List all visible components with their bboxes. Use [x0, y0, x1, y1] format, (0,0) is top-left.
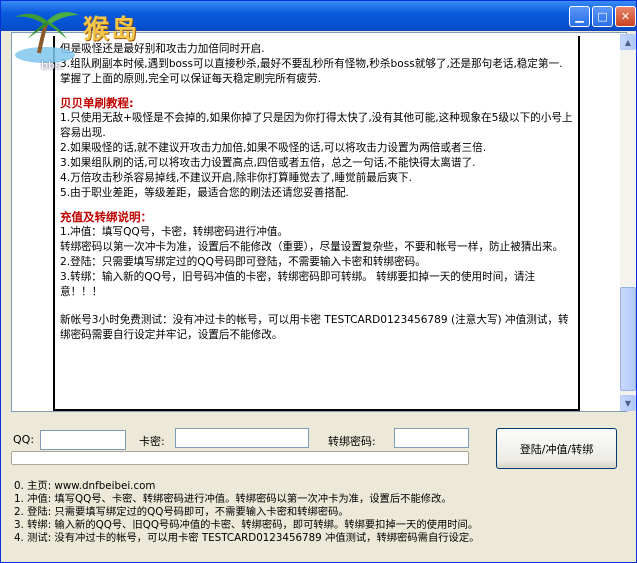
- minimize-icon: ▁: [575, 10, 584, 23]
- beibei-item: 1.只使用无敌+吸怪是不会掉的,如果你掉了只是因为你打得太快了,没有其他可能,这…: [60, 112, 573, 139]
- beibei-item: 3.如果组队刷的话,可以将攻击力设置高点,四倍或者五倍，总之一句话,不能快得太离…: [60, 157, 476, 169]
- footer-line: 1. 冲值: 填写QQ号、卡密、转绑密码进行冲值。转绑密码以第一次冲卡为准，设置…: [14, 493, 452, 505]
- beibei-section-title: 贝贝单刷教程:: [60, 96, 134, 110]
- recharge-item: 转绑密码以第一次冲卡为准，设置后不能修改（重要），尽量设置复杂些，不要和帐号一样…: [60, 241, 564, 253]
- trial-note: 新帐号3小时免费测试：没有冲过卡的帐号，可以用卡密 TESTCARD012345…: [60, 314, 569, 341]
- recharge-section-title: 充值及转绑说明：: [60, 210, 152, 224]
- card-input[interactable]: [175, 428, 309, 448]
- close-button[interactable]: ✕: [615, 6, 636, 27]
- scroll-up-icon: ▲: [624, 37, 632, 47]
- vertical-scrollbar[interactable]: ▲ ▼: [620, 34, 636, 411]
- maximize-button[interactable]: □: [592, 6, 613, 27]
- maximize-icon: □: [597, 10, 608, 23]
- progress-bar: [11, 451, 469, 465]
- footer-line: 3. 转绑: 输入新的QQ号、旧QQ号码冲值的卡密、转绑密码，即可转绑。转绑要扣…: [14, 519, 479, 531]
- bind-password-label: 转绑密码:: [328, 435, 376, 448]
- footer-line: 2. 登陆: 只需要填写绑定过的QQ号码即可，不需要输入卡密和转绑密码。: [14, 506, 349, 518]
- minimize-button[interactable]: ▁: [569, 6, 590, 27]
- recharge-item: 1.冲值：填写QQ号，卡密，转绑密码进行冲值。: [60, 226, 289, 238]
- beibei-item: 5.由于职业差距，等级差距，最适合您的刷法还请您妥善搭配.: [60, 187, 349, 199]
- recharge-item: 3.转绑：输入新的QQ号，旧号码冲值的卡密，转绑密码即可转绑。 转绑要扣掉一天的…: [60, 271, 536, 298]
- scroll-down-icon: ▼: [624, 398, 632, 408]
- footer-info: 0. 主页: www.dnfbeibei.com 1. 冲值: 填写QQ号、卡密…: [14, 480, 479, 545]
- footer-line: 0. 主页: www.dnfbeibei.com: [14, 480, 156, 492]
- login-recharge-bind-button[interactable]: 登陆/冲值/转绑: [496, 428, 617, 469]
- footer-line: 4. 测试: 没有冲过卡的帐号，可以用卡密 TESTCARD0123456789…: [14, 532, 480, 544]
- tutorial-text-box[interactable]: 但是吸怪还是最好别和攻击力加倍同时开启. 3.组队刷副本时候,遇到boss可以直…: [11, 32, 636, 412]
- bind-password-input[interactable]: [394, 428, 469, 448]
- app-window: ▁ □ ✕ 但是吸怪还是最好别和攻击力加倍同时开启. 3.组队刷副本时候,遇到b…: [0, 0, 637, 563]
- beibei-item: 2.如果吸怪的话,就不建议开攻击力加倍,如果不吸怪的话,可以将攻击力设置为两倍或…: [60, 142, 487, 154]
- recharge-item: 2.登陆：只需要填写绑定过的QQ号码即可登陆，不需要输入卡密和转绑密码。: [60, 256, 426, 268]
- card-label: 卡密:: [139, 435, 165, 448]
- scroll-down-button[interactable]: ▼: [620, 395, 636, 411]
- tutorial-text: 但是吸怪还是最好别和攻击力加倍同时开启. 3.组队刷副本时候,遇到boss可以直…: [53, 36, 580, 411]
- logo-text: 猴岛: [83, 15, 140, 45]
- intro-line: 掌握了上面的原则,完全可以保证每天稳定刷完所有疲劳.: [60, 73, 321, 85]
- site-logo: 猴岛 bbs.: [5, 3, 155, 72]
- scroll-thumb[interactable]: [620, 287, 636, 391]
- beibei-item: 4.万倍攻击秒杀容易掉线,不建议开启,除非你打算睡觉去了,睡觉前最后爽下.: [60, 172, 412, 184]
- qq-input[interactable]: [40, 430, 126, 450]
- logo-subtext: bbs.: [41, 59, 65, 72]
- qq-label: QQ:: [13, 433, 35, 446]
- close-icon: ✕: [620, 10, 631, 23]
- scroll-up-button[interactable]: ▲: [620, 34, 636, 50]
